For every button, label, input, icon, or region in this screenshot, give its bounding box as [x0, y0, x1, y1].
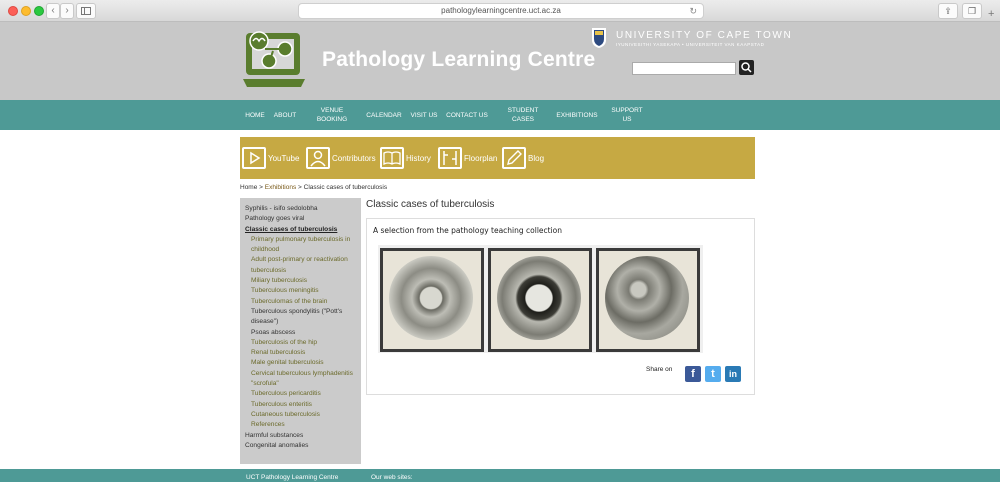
toolbar-floorplan[interactable]: Floorplan — [438, 146, 497, 170]
new-tab-button[interactable]: + — [988, 8, 994, 20]
sidebar-item-pathology-goes-viral[interactable]: Pathology goes viral — [245, 214, 357, 224]
toolbar-floorplan-label: Floorplan — [464, 153, 498, 163]
sidebar-subitem-tuberculomas[interactable]: Tuberculomas of the brain — [245, 297, 357, 307]
site-header: Pathology Learning Centre UNIVERSITY OF … — [0, 22, 1000, 100]
footer-org-name: UCT Pathology Learning Centre — [246, 474, 339, 481]
breadcrumb-current: Classic cases of tuberculosis — [303, 184, 388, 191]
sidebar-icon — [81, 7, 91, 15]
nav-visit-us[interactable]: VISIT US — [408, 100, 440, 130]
browser-toolbar: ‹ › pathologylearningcentre.uct.ac.za ↻ … — [0, 0, 1000, 22]
toolbar-blog-label: Blog — [528, 153, 545, 163]
breadcrumb: Home > Exhibitions > Classic cases of tu… — [240, 184, 387, 191]
close-window-button[interactable] — [8, 6, 18, 16]
toolbar-contributors[interactable]: Contributors — [306, 146, 376, 170]
site-footer: UCT Pathology Learning Centre Our web si… — [0, 469, 1000, 482]
sidebar-subitem-pericarditis[interactable]: Tuberculous pericarditis — [245, 389, 357, 399]
sidebar-subitem-enteritis[interactable]: Tuberculous enteritis — [245, 400, 357, 410]
slide-gallery — [378, 245, 703, 353]
toolbar-contributors-label: Contributors — [332, 153, 376, 163]
nav-exhibitions[interactable]: EXHIBITIONS — [554, 100, 600, 130]
sidebar-toggle-button[interactable] — [76, 3, 96, 19]
sidebar-subitem-renal[interactable]: Renal tuberculosis — [245, 348, 357, 358]
facebook-share-button[interactable]: f — [685, 366, 701, 382]
sidebar-subitem-cutaneous[interactable]: Cutaneous tuberculosis — [245, 410, 357, 420]
panel-subtitle: A selection from the pathology teaching … — [373, 226, 563, 235]
sidebar-subitem-hip[interactable]: Tuberculosis of the hip — [245, 338, 357, 348]
facebook-icon: f — [691, 368, 695, 380]
uct-crest-icon — [592, 28, 606, 48]
breadcrumb-home[interactable]: Home — [240, 184, 257, 191]
main-nav: HOME ABOUT VENUE BOOKING CALENDAR VISIT … — [0, 100, 1000, 130]
uct-logo[interactable]: UNIVERSITY OF CAPE TOWN IYUNIVESITHI YAS… — [592, 28, 791, 54]
search-button[interactable] — [739, 60, 754, 75]
sidebar-subitem-psoas-abscess[interactable]: Psoas abscess — [245, 328, 357, 338]
toolbar-blog[interactable]: Blog — [502, 146, 544, 170]
slide-image[interactable] — [596, 248, 700, 352]
tabs-overview-button[interactable]: ❐ — [962, 3, 982, 19]
nav-contact-us[interactable]: CONTACT US — [444, 100, 490, 130]
sidebar-subitem-spondylitis[interactable]: Tuberculous spondylitis ("Pott's disease… — [245, 307, 357, 328]
page-title: Classic cases of tuberculosis — [366, 199, 495, 210]
linkedin-share-button[interactable]: in — [725, 366, 741, 382]
address-bar[interactable]: pathologylearningcentre.uct.ac.za ↻ — [298, 3, 704, 19]
breadcrumb-exhibitions[interactable]: Exhibitions — [265, 184, 296, 191]
sidebar-item-congenital-anomalies[interactable]: Congenital anomalies — [245, 441, 357, 451]
sidebar-item-classic-tuberculosis[interactable]: Classic cases of tuberculosis — [245, 225, 357, 235]
play-icon — [242, 147, 266, 169]
university-name: UNIVERSITY OF CAPE TOWN — [616, 30, 793, 41]
twitter-icon: t — [711, 368, 715, 380]
slide-image[interactable] — [488, 248, 592, 352]
floorplan-icon — [438, 147, 462, 169]
sidebar-subitem-references[interactable]: References — [245, 420, 357, 430]
back-button[interactable]: ‹ — [46, 3, 60, 19]
nav-home[interactable]: HOME — [240, 100, 270, 130]
search-input[interactable] — [632, 62, 736, 75]
section-sidebar: Syphilis - isifo sedolobha Pathology goe… — [240, 198, 361, 464]
search-icon — [741, 62, 752, 73]
sidebar-subitem-meningitis[interactable]: Tuberculous meningitis — [245, 286, 357, 296]
toolbar-youtube[interactable]: YouTube — [242, 146, 299, 170]
nav-support-us[interactable]: SUPPORT US — [608, 100, 646, 130]
sidebar-subitem-scrofula[interactable]: Cervical tuberculous lymphadenitis "scro… — [245, 369, 357, 390]
share-label: Share on — [646, 366, 673, 373]
pencil-icon — [502, 147, 526, 169]
nav-about[interactable]: ABOUT — [272, 100, 298, 130]
sidebar-subitem-primary-pulmonary[interactable]: Primary pulmonary tuberculosis in childh… — [245, 235, 357, 256]
university-subtitle: IYUNIVESITHI YASEKAPA • UNIVERSITEIT VAN… — [616, 42, 765, 47]
linkedin-icon: in — [729, 369, 737, 379]
sidebar-subitem-adult-post-primary[interactable]: Adult post-primary or reactivation tuber… — [245, 255, 357, 276]
zoom-window-button[interactable] — [34, 6, 44, 16]
reload-icon[interactable]: ↻ — [689, 4, 697, 18]
nav-calendar[interactable]: CALENDAR — [364, 100, 404, 130]
url-text: pathologylearningcentre.uct.ac.za — [441, 6, 561, 15]
sidebar-subitem-male-genital[interactable]: Male genital tuberculosis — [245, 358, 357, 368]
footer-websites-heading: Our web sites: — [371, 474, 413, 481]
toolbar-history[interactable]: History — [380, 146, 431, 170]
breadcrumb-separator: > — [296, 184, 304, 191]
toolbar-youtube-label: YouTube — [268, 153, 300, 163]
site-title[interactable]: Pathology Learning Centre — [322, 48, 595, 72]
toolbar-history-label: History — [406, 153, 431, 163]
nav-student-cases[interactable]: STUDENT CASES — [503, 100, 543, 130]
exhibition-toolbar: YouTube Contributors History Floorplan B… — [240, 137, 755, 179]
book-icon — [380, 147, 404, 169]
forward-button[interactable]: › — [60, 3, 74, 19]
nav-venue-booking[interactable]: VENUE BOOKING — [312, 100, 352, 130]
minimize-window-button[interactable] — [21, 6, 31, 16]
breadcrumb-separator: > — [257, 184, 265, 191]
sidebar-subitem-miliary[interactable]: Miliary tuberculosis — [245, 276, 357, 286]
person-icon — [306, 147, 330, 169]
plc-logo[interactable] — [241, 29, 307, 91]
share-button[interactable]: ⇪ — [938, 3, 958, 19]
sidebar-item-harmful-substances[interactable]: Harmful substances — [245, 431, 357, 441]
sidebar-item-syphilis[interactable]: Syphilis - isifo sedolobha — [245, 204, 357, 214]
slide-image[interactable] — [380, 248, 484, 352]
twitter-share-button[interactable]: t — [705, 366, 721, 382]
